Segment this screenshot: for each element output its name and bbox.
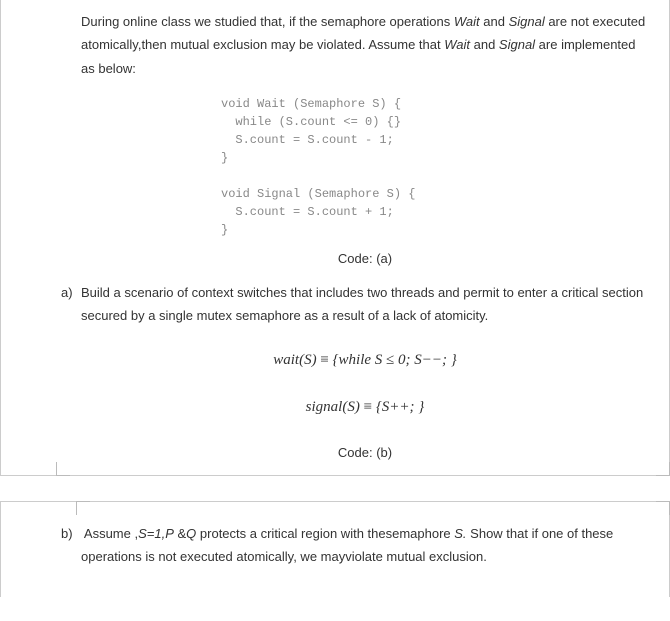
- wait-term: Wait: [444, 37, 470, 52]
- code-line: void Wait (Semaphore S) {: [221, 97, 401, 111]
- code-line: }: [221, 151, 228, 165]
- math-wait-rhs: {while S ≤ 0; S−−; }: [329, 352, 457, 368]
- question-text: &: [174, 526, 186, 541]
- signal-term: Signal: [499, 37, 535, 52]
- intro-paragraph: During online class we studied that, if …: [81, 10, 649, 80]
- var-q: Q: [186, 526, 196, 541]
- wait-term: Wait: [454, 14, 480, 29]
- math-wait: wait(S) ≡ {while S ≤ 0; S−−; }: [81, 347, 649, 374]
- intro-text: During online class we studied that, if …: [81, 14, 454, 29]
- signal-term: Signal: [509, 14, 545, 29]
- code-caption-b: Code: (b): [81, 441, 649, 464]
- question-text-a: Build a scenario of context switches tha…: [81, 285, 643, 323]
- var-s: S=1,P: [138, 526, 174, 541]
- code-caption-a: Code: (a): [81, 247, 649, 270]
- question-label-b: b): [61, 522, 81, 545]
- equiv-symbol: ≡: [364, 399, 372, 415]
- code-line: }: [221, 223, 228, 237]
- code-line: S.count = S.count - 1;: [221, 133, 394, 147]
- code-line: while (S.count <= 0) {}: [221, 115, 401, 129]
- intro-text: and: [470, 37, 499, 52]
- code-block-a: void Wait (Semaphore S) { while (S.count…: [221, 95, 649, 239]
- intro-text: and: [480, 14, 509, 29]
- crop-mark-icon: [76, 501, 90, 515]
- code-line: S.count = S.count + 1;: [221, 205, 394, 219]
- question-label-a: a): [61, 281, 81, 304]
- question-b: b) Assume ,S=1,P &Q protects a critical …: [81, 522, 649, 569]
- question-text: Assume ,: [84, 526, 138, 541]
- math-signal-lhs: signal(S): [306, 399, 364, 415]
- question-a: a)Build a scenario of context switches t…: [81, 281, 649, 328]
- document-page-1: During online class we studied that, if …: [0, 0, 670, 476]
- math-signal-rhs: {S++; }: [372, 399, 424, 415]
- math-signal: signal(S) ≡ {S++; }: [81, 394, 649, 421]
- code-line: void Signal (Semaphore S) {: [221, 187, 415, 201]
- crop-mark-icon: [656, 501, 670, 515]
- document-page-2: b) Assume ,S=1,P &Q protects a critical …: [0, 501, 670, 597]
- var-s: S.: [454, 526, 466, 541]
- equiv-symbol: ≡: [320, 352, 328, 368]
- question-text: protects a critical region with thesemap…: [196, 526, 454, 541]
- crop-mark-icon: [656, 462, 670, 476]
- math-wait-lhs: wait(S): [273, 352, 320, 368]
- crop-mark-icon: [56, 462, 70, 476]
